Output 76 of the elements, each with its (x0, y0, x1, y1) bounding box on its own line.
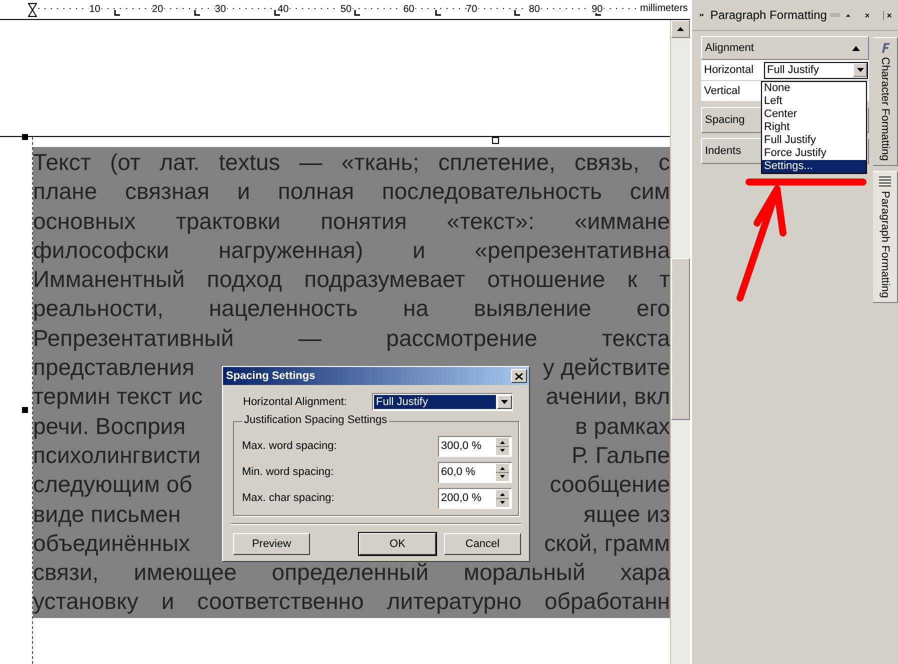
group-title: Justification Spacing Settings (242, 414, 390, 426)
text-line: ской, грамм (544, 528, 670, 558)
ruler-number: 40 (278, 4, 289, 15)
text-line: Имманентный подход подразумевает отношение к т (33, 265, 670, 294)
double-arrow-icon (700, 12, 704, 18)
text-line: ачении, вкл (546, 382, 670, 412)
text-line: у действите (542, 353, 670, 382)
dropdown-arrow-icon (856, 68, 864, 72)
field-label: Max. word spacing: (242, 440, 337, 452)
dropdown-option[interactable]: Full Justify (762, 134, 866, 147)
ruler-number: 70 (466, 4, 478, 15)
section-header[interactable]: Alignment (701, 36, 870, 60)
caret-up-icon (846, 12, 851, 18)
dropdown-option[interactable]: Right (762, 121, 866, 134)
dialog-button[interactable]: OK (359, 533, 436, 555)
panel-title: Paragraph Formatting (710, 8, 827, 22)
dialog-button[interactable]: Cancel (444, 533, 521, 555)
text-line: Репрезентативный — рассмотрение текста (33, 324, 670, 353)
text-line: следующим об (33, 470, 192, 500)
text-line: представления (33, 353, 194, 382)
text-line: Р. Гальпе (572, 440, 670, 470)
field-label: Min. word spacing: (242, 466, 334, 478)
grip-icon (830, 12, 840, 18)
lines-icon (879, 176, 892, 188)
text-line: объединённых (33, 528, 190, 558)
up-arrow-icon (677, 27, 684, 31)
ruler-number: 30 (214, 4, 226, 15)
close-icon (515, 372, 523, 380)
selection-handle[interactable] (22, 407, 28, 413)
alignment-dropdown[interactable]: Full Justify (764, 62, 868, 78)
text-line: психолингвисти (33, 440, 201, 470)
caret-up-icon (852, 46, 860, 50)
text-line: термин текст ис (33, 382, 203, 412)
text-line: философски нагруженная) и «репрезентативна (33, 236, 670, 265)
dropdown-option[interactable]: Settings... (762, 160, 866, 173)
ruler-number: 60 (403, 4, 414, 15)
dropdown-option[interactable]: Left (762, 95, 866, 108)
ruler-number: 20 (152, 4, 164, 15)
dialog-title: Spacing Settings (226, 370, 316, 382)
scrollbar[interactable] (670, 20, 690, 664)
close-icon (883, 10, 892, 20)
close-icon (864, 10, 870, 20)
selection-handle[interactable] (492, 137, 499, 144)
dialog-button[interactable]: Preview (233, 533, 310, 555)
scroll-thumb[interactable] (671, 258, 690, 420)
text-line: виде письмен (33, 500, 181, 529)
dropdown-arrow-icon (501, 400, 508, 404)
side-tab[interactable]: Paragraph Formatting (873, 170, 898, 303)
text-line: плане связная и полная последовательность сим (33, 177, 670, 206)
close-button[interactable] (511, 369, 527, 383)
field-label: Max. char spacing: (242, 492, 334, 504)
ruler-number: 90 (592, 4, 603, 15)
text-line: Текст (от лат. textus — «ткань; сплетение, связь, с (33, 148, 670, 177)
dropdown-option[interactable]: Center (762, 108, 866, 121)
selection-handle[interactable] (22, 134, 28, 140)
text-line: речи. Восприя (33, 412, 186, 441)
text-line: ящее из (584, 500, 670, 529)
text-line: установку и соответственно литературно обработанн (33, 587, 670, 616)
property-label: Vertical (703, 85, 742, 97)
indent-marker-icon (28, 3, 37, 17)
property-label: Horizontal (703, 64, 755, 76)
ruler-number: 50 (340, 4, 352, 15)
letter-f-icon (879, 42, 892, 54)
ruler-unit: millimeters (640, 3, 688, 14)
dropdown-option[interactable]: Force Justify (762, 147, 866, 160)
dropdown-option[interactable]: None (762, 82, 866, 95)
text-line: связи, имеющее определенный моральный хара (33, 558, 670, 588)
text-line: в рамках (575, 412, 670, 441)
side-tab[interactable]: Character Formatting (873, 37, 898, 166)
text-line: основных трактовки понятия «текст»: «иммане (33, 206, 670, 236)
ruler-number: 10 (89, 4, 100, 15)
ruler-number: 80 (528, 4, 540, 15)
text-line: реальности, нацеленность на выявление его (33, 294, 670, 324)
alignment-dropdown[interactable]: Full Justify (372, 393, 513, 411)
text-line: сообщение (550, 470, 670, 500)
field-label: Horizontal Alignment: (243, 396, 347, 408)
